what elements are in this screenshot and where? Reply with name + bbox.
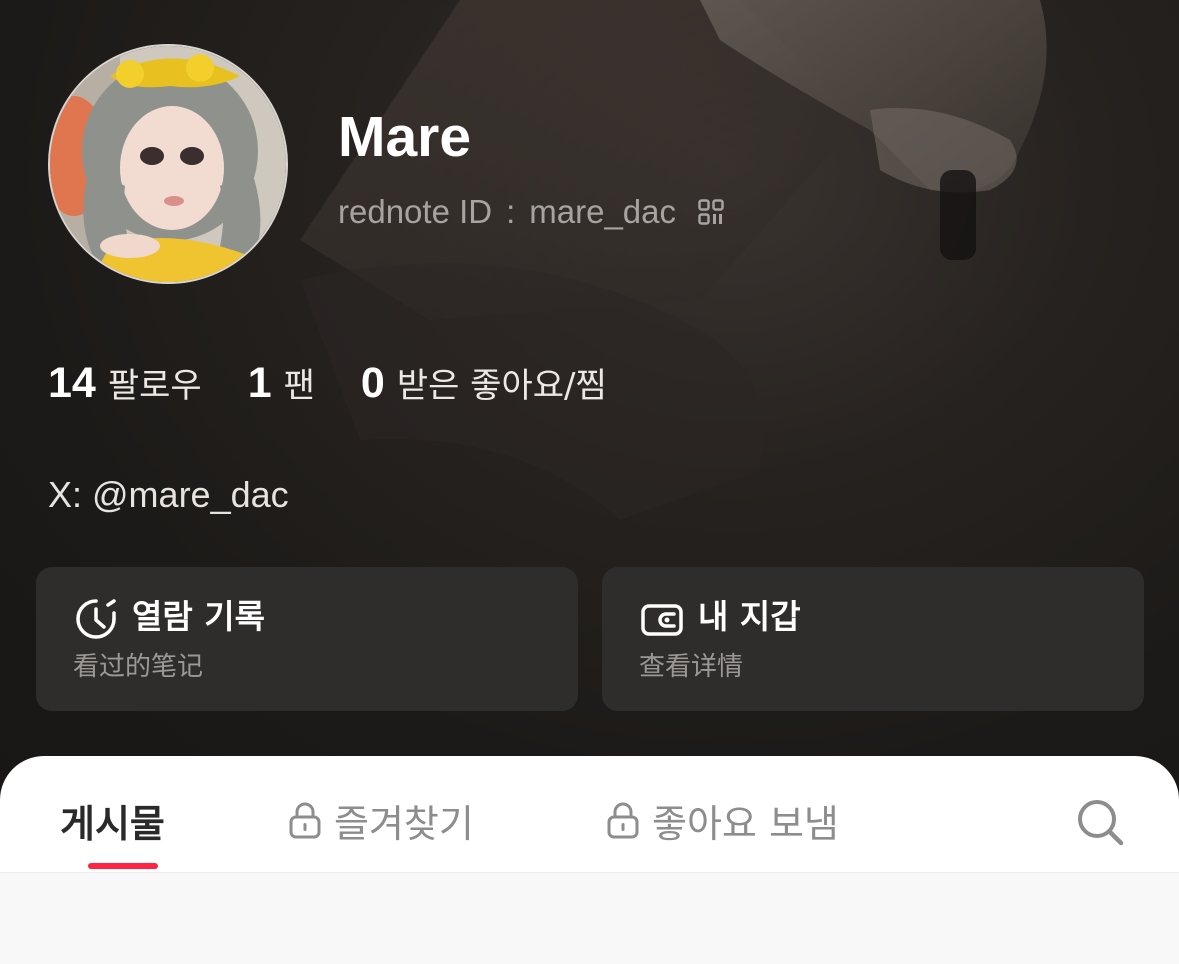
stat-following-label: 팔로우 (107, 366, 202, 406)
profile-bio: X: @mare_dac (48, 474, 289, 515)
stat-likes[interactable]: 0 받은 좋아요/찜 (361, 358, 607, 408)
qr-code-icon[interactable] (698, 199, 724, 225)
avatar-image (50, 46, 286, 282)
wallet-title: 내 지갑 (698, 597, 801, 636)
posts-content-area (0, 873, 1179, 964)
tab-posts-label: 게시물 (60, 801, 165, 846)
stats-row: 14 팔로우 1 팬 0 받은 좋아요/찜 (48, 358, 653, 418)
stat-following[interactable]: 14 팔로우 (48, 358, 202, 408)
browsing-history-title: 열람 기록 (132, 597, 265, 636)
rednote-id-separator: : (506, 193, 516, 230)
lock-icon (606, 801, 640, 839)
rednote-id-value: mare_dac (529, 193, 677, 230)
stat-likes-count: 0 (360, 359, 385, 407)
stat-fans-label: 팬 (283, 366, 315, 406)
rednote-id-row[interactable]: rednote ID : mare_dac (338, 190, 724, 234)
wallet-card[interactable]: 내 지갑 查看详情 (602, 567, 1144, 711)
profile-name: Mare (338, 105, 472, 169)
stat-fans-count: 1 (247, 359, 272, 407)
tab-favorites-label: 즐겨찾기 (334, 801, 474, 846)
browsing-history-subtitle: 看过的笔记 (73, 652, 204, 682)
wallet-subtitle: 查看详情 (639, 652, 744, 682)
avatar[interactable] (48, 44, 288, 284)
profile-tabs: 게시물 즐겨찾기 좋아요 보냄 (0, 756, 1179, 872)
tab-posts[interactable]: 게시물 (60, 790, 165, 850)
search-icon[interactable] (1074, 796, 1126, 848)
stat-likes-label: 받은 좋아요/찜 (396, 366, 607, 406)
history-clock-icon (74, 597, 118, 641)
stat-following-count: 14 (48, 359, 96, 407)
content-sheet: 게시물 즐겨찾기 좋아요 보냄 (0, 756, 1179, 964)
tab-liked[interactable]: 좋아요 보냄 (606, 790, 839, 850)
tab-favorites[interactable]: 즐겨찾기 (288, 790, 474, 850)
tab-liked-label: 좋아요 보냄 (652, 801, 839, 846)
stat-fans[interactable]: 1 팬 (248, 358, 315, 408)
wallet-icon (640, 597, 684, 641)
rednote-id-label: rednote ID (338, 193, 493, 230)
profile-header-background: Mare rednote ID : mare_dac 14 팔로우 1 팬 0 … (0, 0, 1179, 790)
lock-icon (288, 801, 322, 839)
browsing-history-card[interactable]: 열람 기록 看过的笔记 (36, 567, 578, 711)
active-tab-indicator (88, 863, 158, 869)
